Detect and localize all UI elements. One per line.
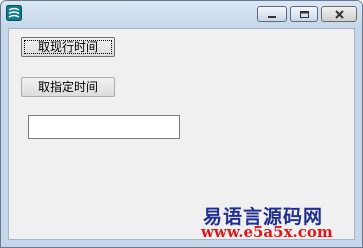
time-output-textbox[interactable] — [28, 115, 180, 139]
app-icon — [6, 5, 22, 21]
minimize-button[interactable] — [257, 6, 287, 22]
watermark-url: www.e5a5x.com — [201, 223, 333, 241]
minimize-icon — [268, 16, 276, 18]
close-button[interactable] — [321, 6, 357, 22]
close-icon — [335, 10, 344, 19]
focus-rectangle — [24, 40, 112, 54]
maximize-button[interactable] — [290, 6, 318, 22]
get-current-time-button[interactable]: 取现行时间 — [21, 37, 115, 57]
maximize-icon — [300, 11, 309, 18]
get-specified-time-label: 取指定时间 — [37, 80, 98, 94]
get-specified-time-button[interactable]: 取指定时间 — [21, 77, 115, 97]
title-bar[interactable] — [1, 1, 362, 27]
